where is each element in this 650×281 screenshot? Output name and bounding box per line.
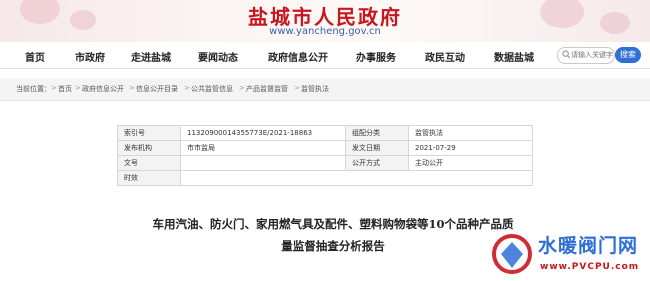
watermark-text: 水暖阀门网	[538, 235, 639, 257]
date-label: 发文日期	[345, 140, 409, 156]
index-value: 11320900014355773E/2021-18863	[180, 125, 346, 141]
nav-item-interaction[interactable]: 政民互动	[425, 49, 465, 64]
breadcrumb-separator: >	[129, 84, 135, 92]
site-banner: 盐城市人民政府 www.yancheng.gov.cn	[0, 0, 650, 42]
nav-item-info-disclosure[interactable]: 政府信息公开	[268, 49, 328, 64]
main-nav: 首页 市政府 走进盐城 要闻动态 政府信息公开 办事服务 政民互动 数据盐城	[0, 44, 650, 69]
category-label: 组配分类	[345, 125, 409, 141]
search-icon	[562, 50, 571, 59]
doc-number-label: 文号	[117, 155, 181, 171]
site-url: www.yancheng.gov.cn	[269, 26, 381, 37]
doc-number-value	[180, 155, 346, 171]
issuer-value: 市市监局	[180, 140, 346, 156]
table-row: 索引号 11320900014355773E/2021-18863 组配分类 监…	[117, 125, 533, 141]
nav-item-data[interactable]: 数据盐城	[494, 49, 534, 64]
breadcrumb-item-catalog[interactable]: 信息公开目录	[136, 84, 178, 94]
document-metadata-table: 索引号 11320900014355773E/2021-18863 组配分类 监…	[117, 125, 533, 186]
breadcrumb-item-info-disclosure[interactable]: 政府信息公开	[82, 84, 124, 94]
search-box	[557, 47, 615, 64]
table-row: 时效	[117, 170, 533, 186]
public-method-label: 公开方式	[345, 155, 409, 171]
breadcrumb-separator: >	[294, 84, 300, 92]
watermark-url: www.PVCPU.com	[540, 262, 640, 272]
nav-item-about-yancheng[interactable]: 走进盐城	[131, 49, 171, 64]
index-label: 索引号	[117, 125, 181, 141]
breadcrumb-separator: >	[75, 84, 81, 92]
nav-item-home[interactable]: 首页	[25, 49, 45, 64]
validity-label: 时效	[117, 170, 181, 186]
breadcrumb-item-enforcement[interactable]: 监管执法	[301, 84, 329, 94]
breadcrumb: 当前位置： > 首页 > 政府信息公开 > 信息公开目录 > 公共监管信息 > …	[0, 78, 650, 101]
table-row: 发布机构 市市监局 发文日期 2021-07-29	[117, 140, 533, 156]
validity-value	[180, 170, 533, 186]
breadcrumb-prefix: 当前位置：	[16, 85, 51, 93]
breadcrumb-item-public-supervision[interactable]: 公共监管信息	[191, 84, 233, 94]
issuer-label: 发布机构	[117, 140, 181, 156]
breadcrumb-separator: >	[184, 84, 190, 92]
date-value: 2021-07-29	[408, 140, 533, 156]
search-input[interactable]	[571, 49, 613, 61]
nav-item-city-government[interactable]: 市政府	[75, 49, 105, 64]
public-method-value: 主动公开	[408, 155, 533, 171]
nav-item-services[interactable]: 办事服务	[356, 49, 396, 64]
breadcrumb-item-home[interactable]: 首页	[58, 84, 72, 94]
table-row: 文号 公开方式 主动公开	[117, 155, 533, 171]
breadcrumb-separator: >	[239, 84, 245, 92]
category-value: 监管执法	[408, 125, 533, 141]
search-button[interactable]: 搜索	[615, 47, 641, 63]
nav-item-news[interactable]: 要闻动态	[198, 49, 238, 64]
breadcrumb-separator: >	[51, 84, 57, 92]
breadcrumb-item-product-supervision[interactable]: 产品监督监管	[246, 84, 288, 94]
